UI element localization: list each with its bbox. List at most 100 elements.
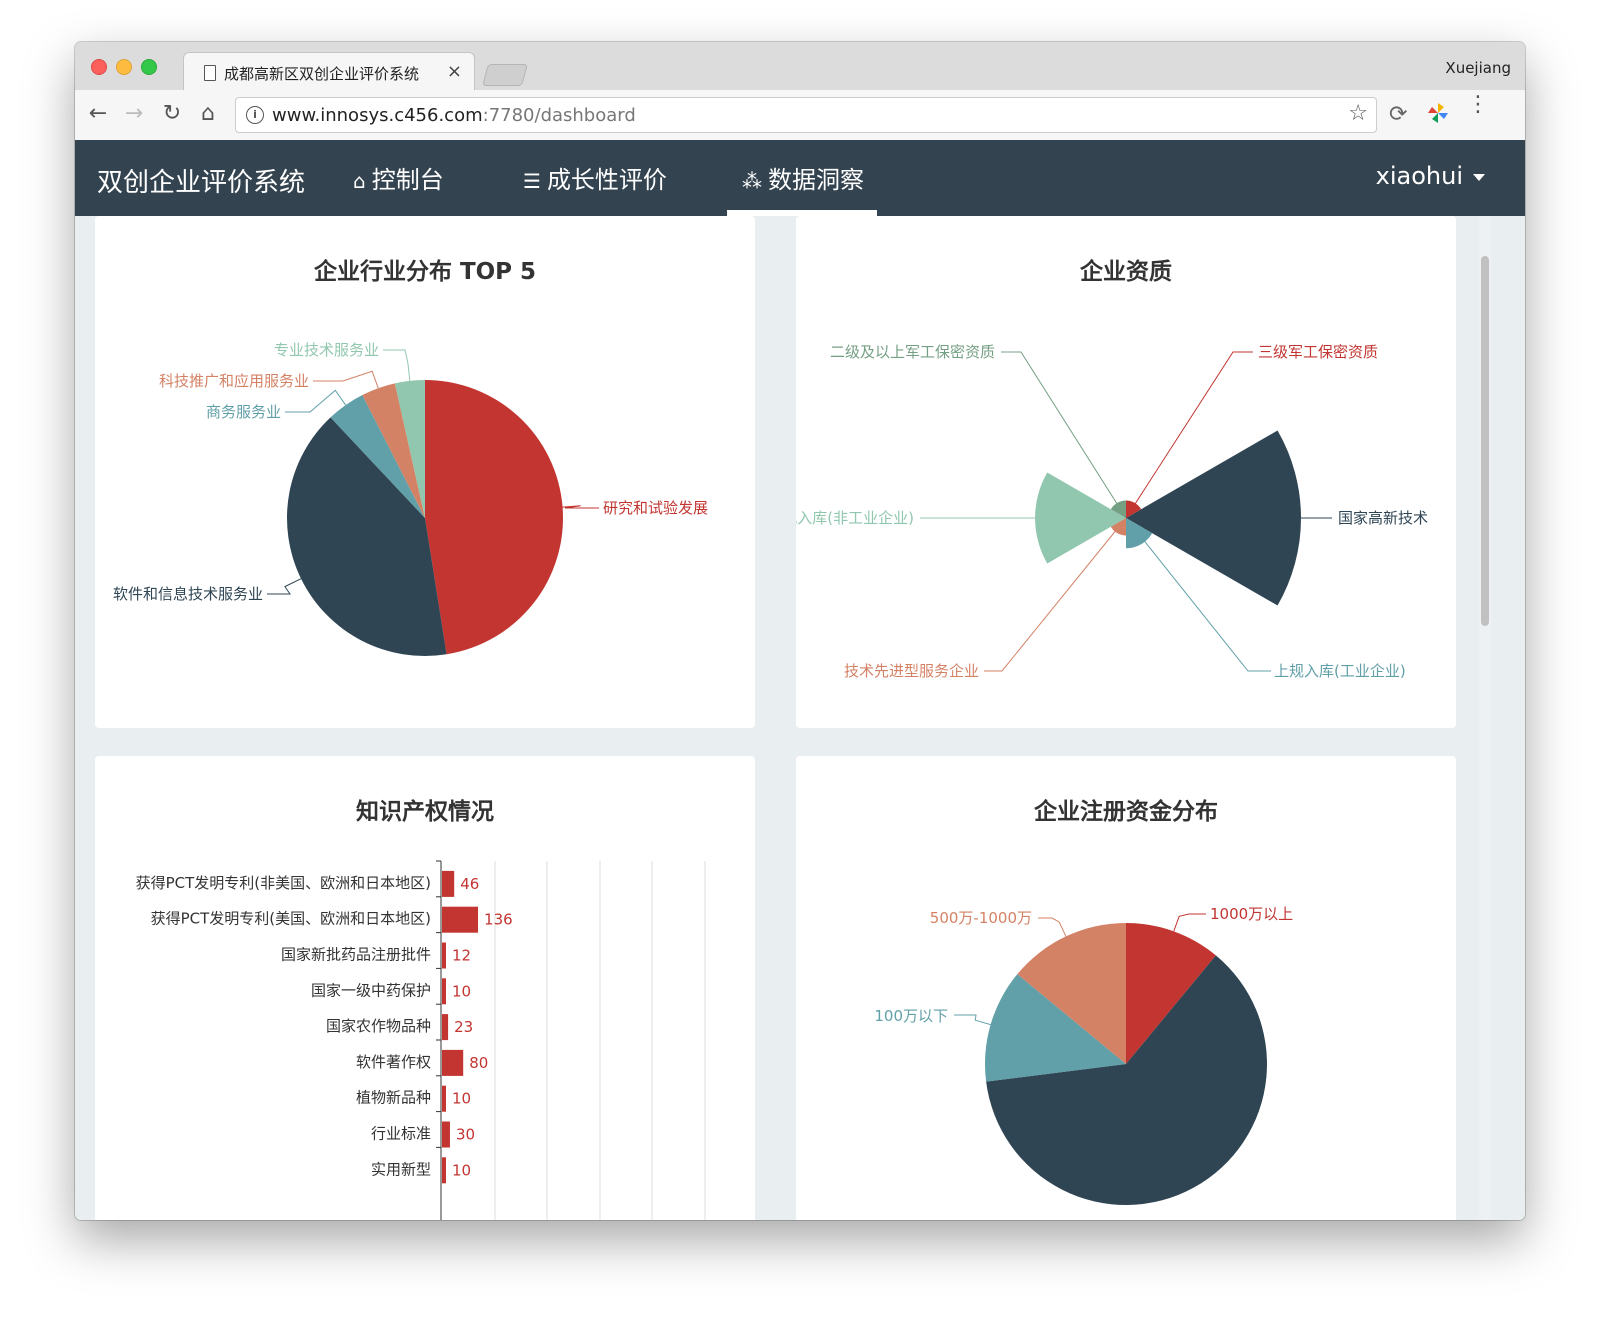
bar-value-label: 23 — [454, 1018, 473, 1036]
list-icon: ☰ — [523, 169, 541, 193]
bar[interactable] — [442, 1014, 449, 1041]
bar[interactable] — [442, 870, 455, 897]
home-icon[interactable]: ⌂ — [195, 100, 221, 128]
slice-label: 上规入库(非工业企业) — [796, 509, 914, 527]
ip-status-card: 知识产权情况 获得PCT发明专利(非美国、欧洲和日本地区) 46 获得PCT发明专利(… — [95, 756, 755, 1220]
tab-strip: 成都高新区双创企业评价系统 × Xuejiang — [75, 42, 1525, 91]
tab-close-icon[interactable]: × — [447, 61, 462, 82]
bar[interactable] — [442, 1121, 450, 1148]
user-menu[interactable]: xiaohui — [1375, 162, 1485, 190]
bar-value-label: 30 — [456, 1126, 475, 1144]
slice-label: 二级及以上军工保密资质 — [830, 343, 995, 361]
bar[interactable] — [442, 978, 446, 1005]
qualification-card: 企业资质国家高新技术上规入库(工业企业) 技术先进型服务企业 上规入库(非工业企业)… — [796, 216, 1456, 728]
pinwheel-extension-icon[interactable] — [1427, 102, 1449, 124]
caret-down-icon — [1473, 174, 1485, 181]
slice-label: 软件和信息技术服务业 — [113, 585, 263, 603]
back-arrow-icon[interactable]: ← — [85, 100, 111, 128]
forward-arrow-icon[interactable]: → — [121, 100, 147, 128]
bar-value-label: 80 — [469, 1054, 488, 1072]
label-line — [1038, 917, 1067, 937]
app-brand[interactable]: 双创企业评价系统 — [97, 162, 305, 199]
nav-insight-label: 数据洞察 — [768, 166, 864, 194]
browser-tab[interactable]: 成都高新区双创企业评价系统 × — [183, 52, 475, 91]
page-scrollbar[interactable] — [1479, 216, 1491, 1220]
nav-console-label: 控制台 — [371, 166, 444, 194]
label-line — [313, 370, 379, 389]
bar-value-label: 10 — [452, 982, 471, 1000]
category-label: 实用新型 — [371, 1160, 431, 1178]
category-label: 软件著作权 — [356, 1053, 431, 1071]
bar-value-label: 136 — [484, 911, 513, 929]
reload-icon[interactable]: ↻ — [159, 100, 185, 128]
slice-label: 国家高新技术 — [1338, 509, 1428, 527]
ip-bar-chart: 知识产权情况获得PCT发明专利(非美国、欧洲和日本地区) 46 获得PCT发明专利(… — [136, 798, 706, 1220]
sync-extension-icon[interactable]: ⟳ — [1389, 102, 1407, 127]
user-name: xiaohui — [1375, 162, 1463, 190]
registered-capital-card: 企业注册资金分布 1000万以上 100万以下 500万-1000万 — [796, 756, 1456, 1220]
browser-toolbar: ← → ↻ ⌂ i www.innosys.c456.com:7780/dash… — [75, 90, 1525, 141]
bar-value-label: 10 — [452, 1161, 471, 1179]
page-icon — [204, 65, 216, 81]
minimize-window-button[interactable] — [116, 59, 132, 75]
slice-label: 100万以下 — [874, 1007, 948, 1025]
nav-console[interactable]: ⌂ 控制台 — [353, 160, 444, 195]
industry-distribution-card: 企业行业分布 TOP 5 研究和试验发展软件和信息技术服务业 商务服务业 科技推广和应… — [95, 216, 755, 728]
slice-label: 商务服务业 — [206, 403, 281, 421]
maximize-window-button[interactable] — [141, 59, 157, 75]
chart-title: 知识产权情况 — [356, 798, 494, 825]
browser-menu-icon[interactable]: ⋮ — [1467, 94, 1489, 116]
info-icon[interactable]: i — [246, 106, 264, 124]
close-window-button[interactable] — [91, 59, 107, 75]
url-text[interactable]: www.innosys.c456.com:7780/dashboard — [272, 105, 636, 126]
home-icon: ⌂ — [353, 169, 366, 193]
browser-window: 成都高新区双创企业评价系统 × Xuejiang ← → ↻ ⌂ i www.i… — [75, 42, 1525, 1220]
bar[interactable] — [442, 942, 446, 969]
category-label: 国家一级中药保护 — [311, 981, 431, 999]
category-label: 植物新品种 — [356, 1089, 431, 1107]
qualification-rose-chart: 企业资质国家高新技术上规入库(工业企业) 技术先进型服务企业 上规入库(非工业企业)… — [796, 258, 1428, 680]
slice-label: 500万-1000万 — [930, 909, 1032, 927]
nav-growth[interactable]: ☰ 成长性评价 — [523, 160, 667, 195]
app-navbar: 双创企业评价系统 ⌂ 控制台 ☰ 成长性评价 ⁂ 数据洞察 xiaohui — [75, 140, 1525, 216]
url-path: :7780/dashboard — [482, 105, 636, 126]
bar[interactable] — [442, 1049, 464, 1076]
label-line — [267, 578, 302, 595]
tab-title: 成都高新区双创企业评价系统 — [224, 65, 420, 83]
nav-insight[interactable]: ⁂ 数据洞察 — [742, 160, 864, 195]
url-host: www.innosys.c456.com — [272, 105, 483, 126]
category-label: 国家新批药品注册批件 — [281, 946, 431, 964]
nav-growth-label: 成长性评价 — [546, 166, 667, 194]
pie-slice[interactable] — [425, 380, 564, 655]
bar-value-label: 46 — [460, 875, 479, 893]
profile-name[interactable]: Xuejiang — [1445, 59, 1511, 77]
category-label: 行业标准 — [371, 1125, 431, 1143]
bar[interactable] — [442, 1085, 446, 1112]
slice-label: 上规入库(工业企业) — [1274, 662, 1406, 680]
new-tab-button[interactable] — [482, 64, 528, 86]
bar[interactable] — [442, 1157, 446, 1184]
address-bar[interactable]: i www.innosys.c456.com:7780/dashboard ☆ — [235, 97, 1377, 133]
label-line — [285, 389, 347, 413]
scrollbar-thumb[interactable] — [1481, 256, 1489, 626]
chart-title: 企业注册资金分布 — [1033, 798, 1218, 825]
slice-label: 三级军工保密资质 — [1258, 343, 1378, 361]
label-line — [383, 349, 411, 381]
slice-label: 技术先进型服务企业 — [844, 662, 979, 680]
slice-label: 科技推广和应用服务业 — [159, 372, 309, 390]
slice-label: 专业技术服务业 — [274, 341, 379, 359]
slice-label: 研究和试验发展 — [603, 499, 708, 517]
dashboard-content: 企业行业分布 TOP 5 研究和试验发展软件和信息技术服务业 商务服务业 科技推广和应… — [75, 216, 1525, 1220]
chart-title: 企业行业分布 TOP 5 — [313, 258, 536, 285]
bar[interactable] — [442, 906, 479, 933]
label-line — [954, 1014, 991, 1026]
slice-label: 1000万以上 — [1210, 905, 1293, 923]
label-line — [1173, 913, 1206, 932]
category-label: 获得PCT发明专利(美国、欧洲和日本地区) — [151, 910, 431, 928]
bar-value-label: 10 — [452, 1090, 471, 1108]
capital-pie-chart: 企业注册资金分布 1000万以上 100万以下 500万-1000万 — [874, 798, 1293, 1205]
bookmark-star-icon[interactable]: ☆ — [1348, 101, 1368, 126]
chart-title: 企业资质 — [1079, 258, 1172, 285]
cluster-icon: ⁂ — [742, 169, 762, 193]
bar-value-label: 12 — [452, 947, 471, 965]
